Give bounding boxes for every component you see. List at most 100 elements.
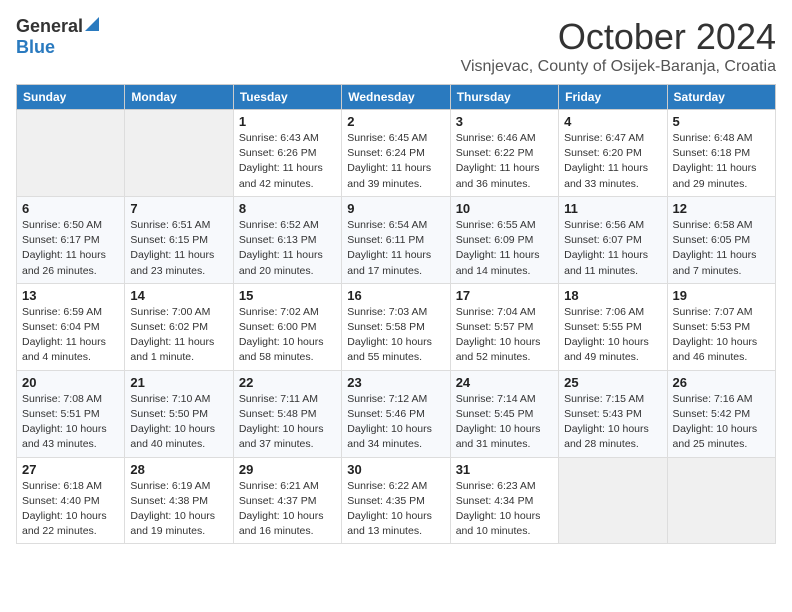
- day-number: 26: [673, 375, 770, 390]
- calendar-table: SundayMondayTuesdayWednesdayThursdayFrid…: [16, 84, 776, 544]
- calendar-cell: 28 Sunrise: 6:19 AMSunset: 4:38 PMDayligh…: [125, 457, 233, 544]
- calendar-week-row: 6 Sunrise: 6:50 AMSunset: 6:17 PMDaylight…: [17, 196, 776, 283]
- calendar-cell: 31 Sunrise: 6:23 AMSunset: 4:34 PMDayligh…: [450, 457, 558, 544]
- calendar-cell: 5 Sunrise: 6:48 AMSunset: 6:18 PMDaylight…: [667, 110, 775, 197]
- day-info: Sunrise: 6:23 AMSunset: 4:34 PMDaylight:…: [456, 479, 553, 540]
- title-block: October 2024 Visnjevac, County of Osijek…: [461, 16, 776, 76]
- calendar-week-row: 20 Sunrise: 7:08 AMSunset: 5:51 PMDayligh…: [17, 370, 776, 457]
- day-info: Sunrise: 7:10 AMSunset: 5:50 PMDaylight:…: [130, 392, 227, 453]
- day-number: 7: [130, 201, 227, 216]
- calendar-cell: 24 Sunrise: 7:14 AMSunset: 5:45 PMDayligh…: [450, 370, 558, 457]
- calendar-cell: 18 Sunrise: 7:06 AMSunset: 5:55 PMDayligh…: [559, 283, 667, 370]
- day-info: Sunrise: 6:56 AMSunset: 6:07 PMDaylight:…: [564, 218, 661, 279]
- calendar-cell: 10Sunrise: 6:55 AMSunset: 6:09 PMDayligh…: [450, 196, 558, 283]
- calendar-cell: [559, 457, 667, 544]
- calendar-cell: 6 Sunrise: 6:50 AMSunset: 6:17 PMDaylight…: [17, 196, 125, 283]
- calendar-cell: 26 Sunrise: 7:16 AMSunset: 5:42 PMDayligh…: [667, 370, 775, 457]
- day-number: 1: [239, 114, 336, 129]
- day-number: 12: [673, 201, 770, 216]
- day-number: 4: [564, 114, 661, 129]
- day-info: Sunrise: 6:52 AMSunset: 6:13 PMDaylight:…: [239, 218, 336, 279]
- day-info: Sunrise: 6:19 AMSunset: 4:38 PMDaylight:…: [130, 479, 227, 540]
- calendar-cell: 22Sunrise: 7:11 AMSunset: 5:48 PMDayligh…: [233, 370, 341, 457]
- day-number: 9: [347, 201, 444, 216]
- page-header: General Blue October 2024 Visnjevac, Cou…: [16, 16, 776, 76]
- calendar-cell: 9 Sunrise: 6:54 AMSunset: 6:11 PMDaylight…: [342, 196, 450, 283]
- day-info: Sunrise: 6:50 AMSunset: 6:17 PMDaylight:…: [22, 218, 119, 279]
- logo: General Blue: [16, 16, 99, 58]
- calendar-header-saturday: Saturday: [667, 85, 775, 110]
- calendar-cell: 1 Sunrise: 6:43 AMSunset: 6:26 PMDaylight…: [233, 110, 341, 197]
- day-number: 11: [564, 201, 661, 216]
- day-info: Sunrise: 6:45 AMSunset: 6:24 PMDaylight:…: [347, 131, 444, 192]
- calendar-cell: 16 Sunrise: 7:03 AMSunset: 5:58 PMDayligh…: [342, 283, 450, 370]
- calendar-week-row: 13Sunrise: 6:59 AMSunset: 6:04 PMDayligh…: [17, 283, 776, 370]
- day-info: Sunrise: 7:14 AMSunset: 5:45 PMDaylight:…: [456, 392, 553, 453]
- day-number: 21: [130, 375, 227, 390]
- calendar-cell: 11 Sunrise: 6:56 AMSunset: 6:07 PMDayligh…: [559, 196, 667, 283]
- day-number: 16: [347, 288, 444, 303]
- calendar-cell: 14 Sunrise: 7:00 AMSunset: 6:02 PMDayligh…: [125, 283, 233, 370]
- calendar-cell: 30Sunrise: 6:22 AMSunset: 4:35 PMDayligh…: [342, 457, 450, 544]
- day-info: Sunrise: 7:00 AMSunset: 6:02 PMDaylight:…: [130, 305, 227, 366]
- day-info: Sunrise: 6:59 AMSunset: 6:04 PMDaylight:…: [22, 305, 119, 366]
- day-number: 5: [673, 114, 770, 129]
- day-info: Sunrise: 7:16 AMSunset: 5:42 PMDaylight:…: [673, 392, 770, 453]
- calendar-cell: [667, 457, 775, 544]
- calendar-week-row: 1 Sunrise: 6:43 AMSunset: 6:26 PMDaylight…: [17, 110, 776, 197]
- calendar-header-wednesday: Wednesday: [342, 85, 450, 110]
- day-info: Sunrise: 7:03 AMSunset: 5:58 PMDaylight:…: [347, 305, 444, 366]
- day-info: Sunrise: 6:43 AMSunset: 6:26 PMDaylight:…: [239, 131, 336, 192]
- calendar-cell: 21 Sunrise: 7:10 AMSunset: 5:50 PMDayligh…: [125, 370, 233, 457]
- day-number: 18: [564, 288, 661, 303]
- day-number: 29: [239, 462, 336, 477]
- day-info: Sunrise: 6:51 AMSunset: 6:15 PMDaylight:…: [130, 218, 227, 279]
- logo-general-text: General: [16, 16, 83, 37]
- location-subtitle: Visnjevac, County of Osijek-Baranja, Cro…: [461, 58, 776, 76]
- day-number: 14: [130, 288, 227, 303]
- day-number: 2: [347, 114, 444, 129]
- day-info: Sunrise: 7:08 AMSunset: 5:51 PMDaylight:…: [22, 392, 119, 453]
- calendar-header-thursday: Thursday: [450, 85, 558, 110]
- calendar-cell: 3Sunrise: 6:46 AMSunset: 6:22 PMDaylight…: [450, 110, 558, 197]
- day-info: Sunrise: 6:22 AMSunset: 4:35 PMDaylight:…: [347, 479, 444, 540]
- calendar-cell: 12Sunrise: 6:58 AMSunset: 6:05 PMDayligh…: [667, 196, 775, 283]
- calendar-week-row: 27 Sunrise: 6:18 AMSunset: 4:40 PMDayligh…: [17, 457, 776, 544]
- day-number: 27: [22, 462, 119, 477]
- logo-arrow-icon: [85, 17, 99, 36]
- day-info: Sunrise: 6:48 AMSunset: 6:18 PMDaylight:…: [673, 131, 770, 192]
- day-info: Sunrise: 7:12 AMSunset: 5:46 PMDaylight:…: [347, 392, 444, 453]
- day-number: 3: [456, 114, 553, 129]
- day-number: 10: [456, 201, 553, 216]
- day-info: Sunrise: 6:54 AMSunset: 6:11 PMDaylight:…: [347, 218, 444, 279]
- day-number: 6: [22, 201, 119, 216]
- calendar-header-monday: Monday: [125, 85, 233, 110]
- day-info: Sunrise: 6:21 AMSunset: 4:37 PMDaylight:…: [239, 479, 336, 540]
- day-info: Sunrise: 6:47 AMSunset: 6:20 PMDaylight:…: [564, 131, 661, 192]
- calendar-cell: 15 Sunrise: 7:02 AMSunset: 6:00 PMDayligh…: [233, 283, 341, 370]
- calendar-header-row: SundayMondayTuesdayWednesdayThursdayFrid…: [17, 85, 776, 110]
- day-number: 19: [673, 288, 770, 303]
- day-number: 31: [456, 462, 553, 477]
- day-number: 25: [564, 375, 661, 390]
- calendar-cell: 8 Sunrise: 6:52 AMSunset: 6:13 PMDaylight…: [233, 196, 341, 283]
- calendar-cell: 25Sunrise: 7:15 AMSunset: 5:43 PMDayligh…: [559, 370, 667, 457]
- day-info: Sunrise: 7:02 AMSunset: 6:00 PMDaylight:…: [239, 305, 336, 366]
- day-number: 8: [239, 201, 336, 216]
- day-info: Sunrise: 7:06 AMSunset: 5:55 PMDaylight:…: [564, 305, 661, 366]
- day-number: 24: [456, 375, 553, 390]
- day-number: 17: [456, 288, 553, 303]
- day-number: 28: [130, 462, 227, 477]
- day-number: 23: [347, 375, 444, 390]
- logo-blue-text: Blue: [16, 37, 55, 57]
- day-info: Sunrise: 6:18 AMSunset: 4:40 PMDaylight:…: [22, 479, 119, 540]
- calendar-header-sunday: Sunday: [17, 85, 125, 110]
- month-title: October 2024: [461, 16, 776, 58]
- day-info: Sunrise: 7:04 AMSunset: 5:57 PMDaylight:…: [456, 305, 553, 366]
- calendar-cell: 20 Sunrise: 7:08 AMSunset: 5:51 PMDayligh…: [17, 370, 125, 457]
- day-number: 15: [239, 288, 336, 303]
- calendar-cell: 13Sunrise: 6:59 AMSunset: 6:04 PMDayligh…: [17, 283, 125, 370]
- calendar-cell: 29 Sunrise: 6:21 AMSunset: 4:37 PMDayligh…: [233, 457, 341, 544]
- day-info: Sunrise: 7:07 AMSunset: 5:53 PMDaylight:…: [673, 305, 770, 366]
- day-number: 20: [22, 375, 119, 390]
